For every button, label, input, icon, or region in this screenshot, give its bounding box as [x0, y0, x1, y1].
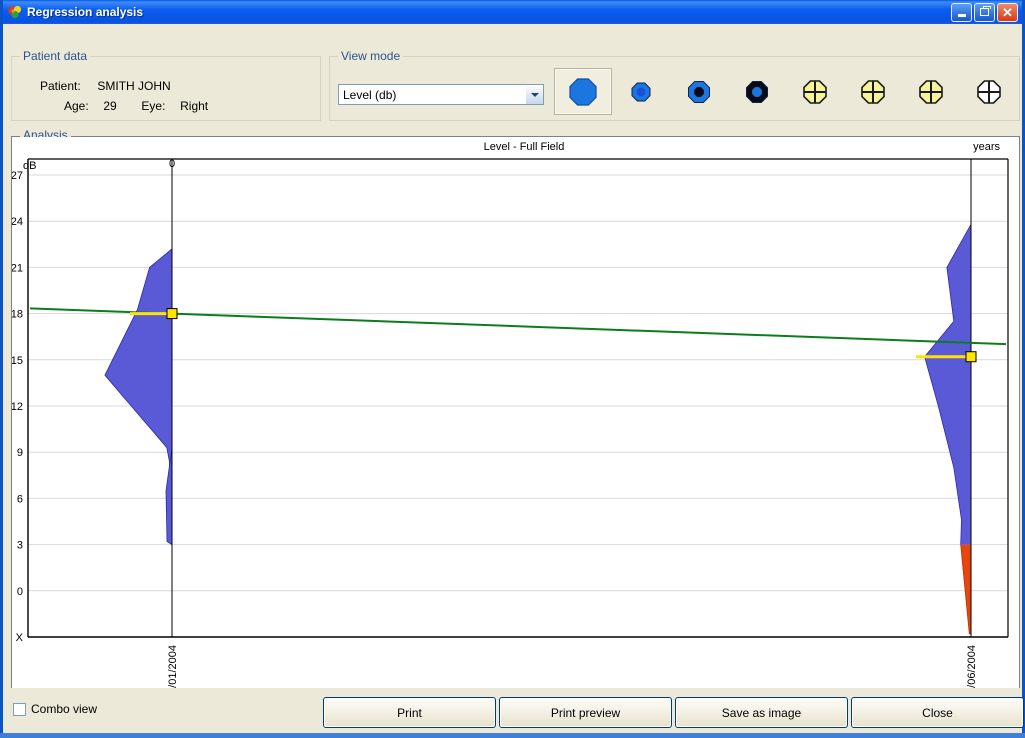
view-mode-select[interactable]: Level (db)	[338, 84, 544, 105]
y-tick-label: 24	[12, 216, 23, 228]
print-button[interactable]: Print	[323, 697, 496, 728]
view-disc-blue-ring-blue-dot-icon	[631, 82, 651, 101]
y-tick-label: 3	[17, 540, 23, 552]
close-button[interactable]: Close	[851, 697, 1024, 728]
bottom-bar: Combo view Print Print preview Save as ima…	[3, 688, 1024, 735]
view-crosshair-yellow-3-icon	[919, 79, 943, 104]
y-tick-label: 27	[12, 170, 23, 182]
view-mode-selected-value: Level (db)	[343, 87, 397, 102]
view-mode-dropdown-button[interactable]	[525, 85, 543, 104]
view-mode-button-bar	[554, 68, 1018, 115]
eye-value: Right	[180, 99, 209, 113]
view-crosshair-yellow-4-icon	[977, 79, 1001, 104]
minimize-icon	[957, 13, 966, 17]
eye-label: Eye:	[141, 99, 166, 113]
view-disc-black-ring-blue-dot-icon	[746, 80, 768, 103]
y-tick-label: 6	[17, 493, 23, 505]
patient-label: Patient:	[40, 79, 81, 93]
view-disc-filled-blue-button[interactable]	[554, 68, 612, 115]
view-disc-filled-blue-icon	[569, 77, 597, 106]
print-preview-button-label: Print preview	[550, 705, 621, 720]
view-crosshair-yellow-3-button[interactable]	[902, 68, 960, 115]
y-tick-label: 15	[12, 355, 23, 367]
patient-name-row: Patient: SMITH JOHN	[40, 79, 171, 93]
value-marker-measurement-2[interactable]	[965, 351, 977, 363]
view-disc-black-ring-blue-dot-button[interactable]	[728, 68, 786, 115]
print-button-label: Print	[397, 705, 422, 720]
y-axis-label: dB	[23, 160, 36, 172]
action-button-row: Print Print preview Save as image Close	[323, 697, 1024, 728]
close-icon: ✕	[1002, 4, 1013, 20]
restore-button[interactable]	[974, 2, 995, 22]
age-value: 29	[103, 99, 117, 113]
patient-data-group: Patient data Patient: SMITH JOHN Age: 29…	[11, 49, 321, 121]
regression-analysis-window: Regression analysis ✕ Patient data Patie…	[0, 0, 1025, 738]
y-tick-label: 0	[17, 586, 23, 598]
view-crosshair-yellow-1-button[interactable]	[786, 68, 844, 115]
patient-age-eye-row: Age: 29 Eye: Right	[64, 99, 208, 113]
app-icon	[7, 4, 23, 20]
save-as-image-button[interactable]: Save as image	[675, 697, 848, 728]
view-crosshair-yellow-2-button[interactable]	[844, 68, 902, 115]
save-as-image-button-label: Save as image	[721, 705, 802, 720]
y-tick-label: X	[16, 632, 24, 644]
close-window-button[interactable]: ✕	[997, 2, 1018, 22]
combo-view-checkbox-row[interactable]: Combo view	[13, 702, 97, 716]
window-title: Regression analysis	[27, 5, 144, 19]
y-tick-label: 18	[12, 309, 23, 321]
print-preview-button[interactable]: Print preview	[499, 697, 672, 728]
view-crosshair-yellow-4-button[interactable]	[960, 68, 1018, 115]
view-mode-title: View mode	[338, 49, 404, 63]
close-button-label: Close	[922, 705, 953, 720]
distribution-shape-measurement-1	[104, 248, 173, 544]
view-mode-group: View mode Level (db)	[329, 49, 1020, 121]
window-controls: ✕	[951, 2, 1020, 22]
view-disc-blue-ring-blue-dot-button[interactable]	[612, 68, 670, 115]
y-tick-label: 12	[12, 401, 23, 413]
patient-data-title: Patient data	[20, 49, 91, 63]
age-label: Age:	[64, 99, 89, 113]
distribution-tail-measurement-1	[165, 447, 173, 546]
view-disc-blue-ring-black-dot-icon	[688, 80, 710, 103]
minimize-button[interactable]	[951, 2, 972, 22]
view-crosshair-yellow-1-icon	[803, 79, 827, 104]
chevron-down-icon	[530, 92, 539, 97]
combo-view-label: Combo view	[31, 702, 98, 716]
regression-chart[interactable]: Level - Full Field dB years 27 24 21 18 15 12 9 6 3…	[12, 137, 1019, 708]
x-axis-label: years	[973, 141, 1000, 153]
view-crosshair-yellow-2-icon	[861, 79, 885, 104]
patient-value: SMITH JOHN	[97, 79, 171, 93]
view-disc-blue-ring-black-dot-button[interactable]	[670, 68, 728, 115]
window-titlebar: Regression analysis ✕	[3, 0, 1022, 24]
value-marker-measurement-1[interactable]	[166, 308, 178, 320]
window-bottom-strip	[0, 733, 1025, 738]
regression-chart-svg: Level - Full Field dB years 27 24 21 18 15 12 9 6 3…	[12, 141, 1009, 700]
combo-view-checkbox[interactable]	[13, 702, 26, 716]
y-tick-label: 21	[12, 262, 23, 274]
y-tick-label: 9	[17, 447, 23, 459]
client-area: Patient data Patient: SMITH JOHN Age: 29…	[3, 24, 1024, 735]
restore-icon	[980, 6, 991, 16]
chart-title: Level - Full Field	[484, 141, 565, 153]
analysis-group: Analysis Level - Full Field dB years 27 24 21…	[11, 128, 1020, 709]
